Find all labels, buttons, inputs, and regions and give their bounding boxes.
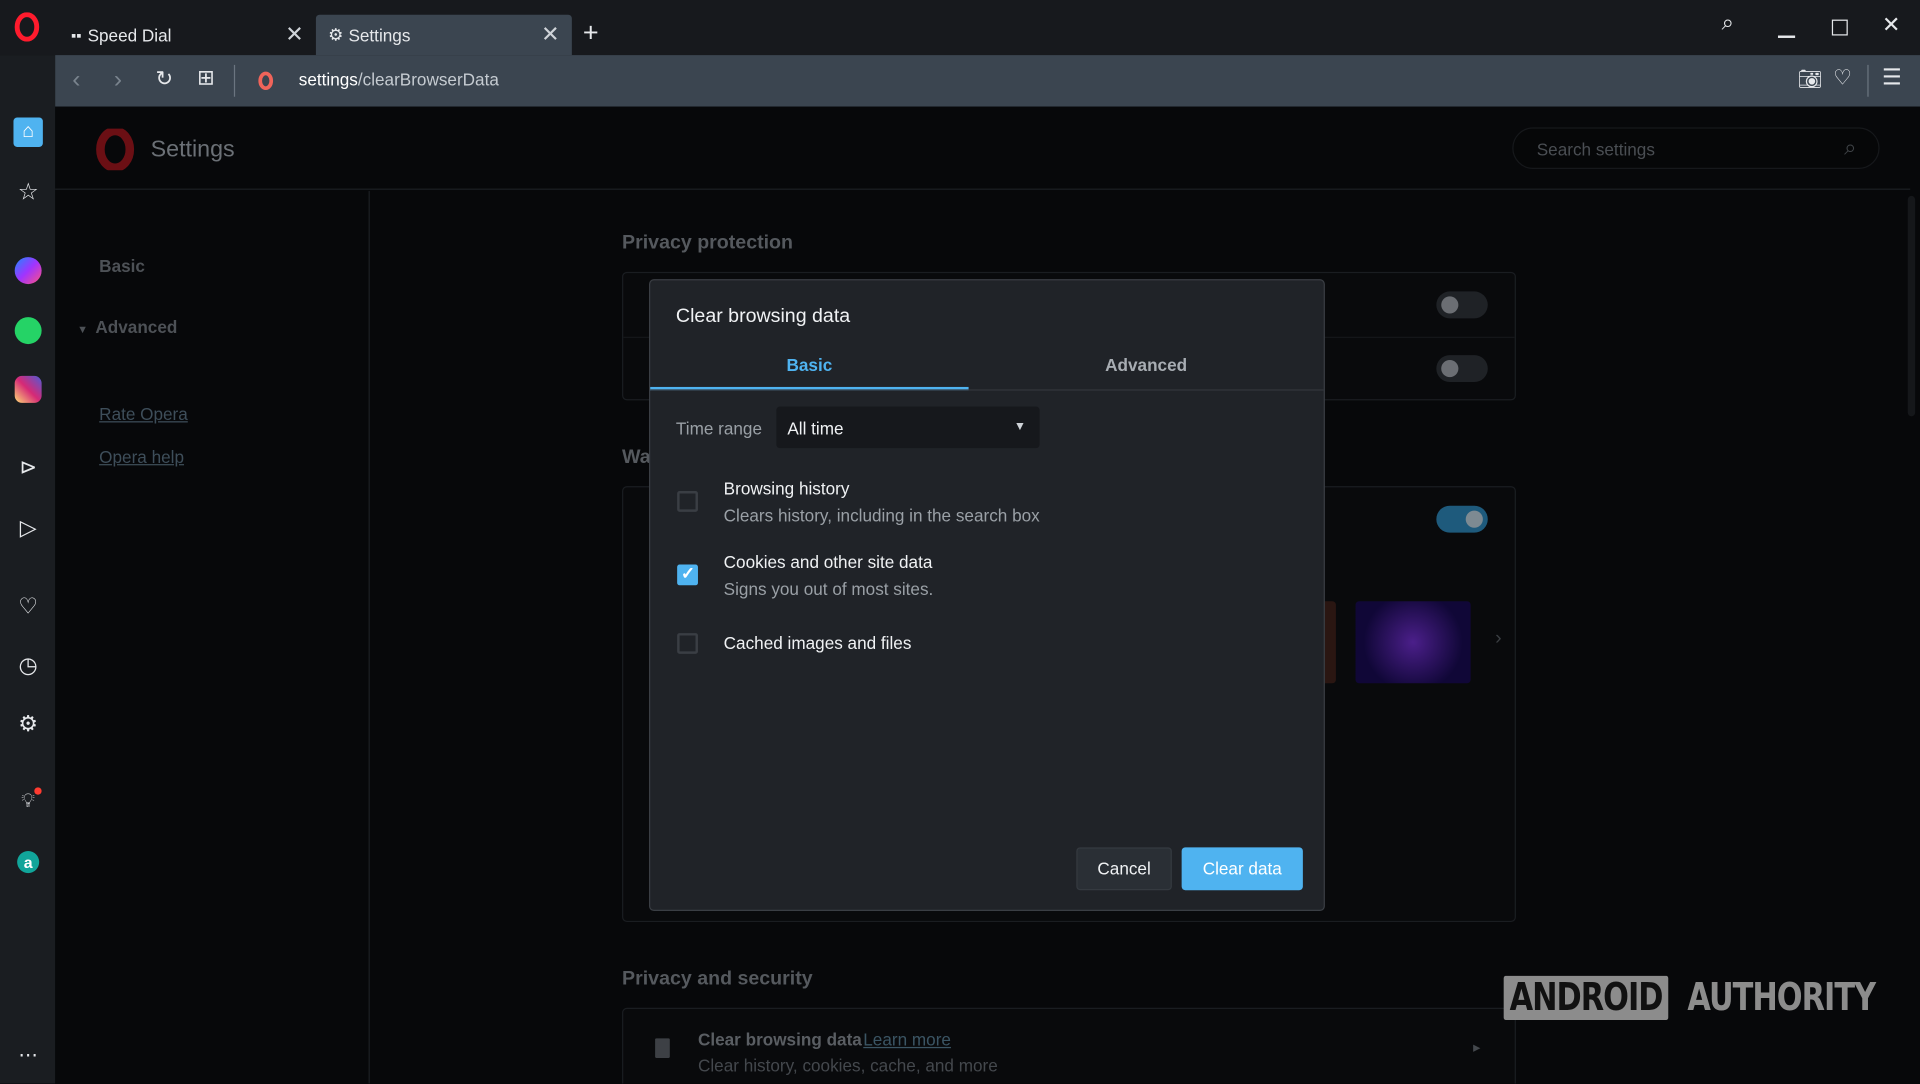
maximize-button[interactable]: [1831, 19, 1848, 36]
dialog-title: Clear browsing data: [675, 306, 851, 327]
clear-browsing-data-dialog: Clear browsing data Basic Advanced Time …: [648, 279, 1325, 912]
opera-logo-icon: [14, 12, 40, 42]
tab-bar: ▪▪ Speed Dial ✕ ⚙ Settings ✕ + ⌕ ✕: [0, 0, 1920, 56]
rate-opera-link[interactable]: Rate Opera: [99, 404, 188, 424]
search-icon: ⌕: [1844, 134, 1857, 160]
wallpaper-thumbnail[interactable]: [1355, 601, 1471, 684]
chevron-right-icon: ▸: [1473, 1038, 1481, 1056]
address-bar: ‹ › ↻ ⊞ settings/clearBrowserData 📷︎ ♡ ☰: [55, 55, 1920, 107]
chevron-right-icon[interactable]: ›: [1495, 628, 1502, 650]
gear-icon: ⚙: [328, 24, 344, 45]
tab-grid-button[interactable]: ⊞: [197, 66, 214, 90]
sidebar: ⌂ ☆ ⊳ ▷ ♡ ◷ ⚙ 💡︎ a ⋯: [0, 55, 56, 1084]
search-tabs-icon[interactable]: ⌕: [1722, 10, 1734, 36]
opera-site-icon: [258, 71, 274, 91]
time-range-label: Time range: [675, 418, 763, 439]
close-tab-icon[interactable]: ✕: [285, 22, 303, 48]
divider: [1867, 64, 1869, 97]
whatsapp-icon[interactable]: [13, 316, 42, 345]
aria-icon[interactable]: a: [13, 847, 42, 876]
bookmark-heart-icon[interactable]: ♡: [1833, 66, 1852, 90]
toggle-switch[interactable]: [1436, 291, 1488, 319]
section-privacy-security: Privacy and security: [622, 968, 813, 990]
trash-icon: [655, 1038, 670, 1058]
search-settings-input[interactable]: Search settings ⌕: [1512, 127, 1880, 169]
divider: [650, 389, 1324, 391]
easy-setup-icon[interactable]: ☰: [1882, 65, 1902, 91]
caret-down-icon: ▼: [77, 323, 89, 336]
divider: [233, 64, 236, 97]
new-tab-button[interactable]: +: [583, 17, 599, 49]
scrollbar[interactable]: [1907, 195, 1916, 417]
checkmark-icon: ✓: [680, 563, 696, 583]
time-range-select[interactable]: All time ▼: [776, 406, 1040, 449]
history-icon[interactable]: ◷: [13, 650, 42, 679]
forward-button[interactable]: ›: [114, 66, 122, 94]
close-window-button[interactable]: ✕: [1882, 12, 1900, 38]
messenger-icon[interactable]: [13, 256, 42, 285]
home-icon[interactable]: ⌂: [13, 117, 43, 147]
watermark-logo: ANDROID AUTHORITY: [1503, 975, 1920, 1021]
tab-advanced[interactable]: Advanced: [969, 348, 1324, 391]
player-icon[interactable]: ⊳: [13, 453, 42, 482]
page-title: Settings: [150, 137, 235, 163]
dropdown-arrow-icon: ▼: [1013, 420, 1027, 434]
cookies-checkbox[interactable]: ✓: [677, 563, 698, 586]
back-button[interactable]: ‹: [72, 66, 80, 94]
cached-images-checkbox[interactable]: [677, 633, 698, 654]
more-icon[interactable]: ⋯: [13, 1041, 42, 1070]
section-privacy-protection: Privacy protection: [622, 232, 793, 254]
opera-help-link[interactable]: Opera help: [99, 447, 184, 467]
minimize-button[interactable]: [1777, 35, 1796, 38]
section-wallpapers: Wa: [622, 446, 651, 468]
snapshot-icon[interactable]: 📷︎: [1798, 67, 1823, 91]
clear-data-button[interactable]: Clear data: [1181, 847, 1303, 891]
learn-more-link[interactable]: Learn more: [863, 1030, 951, 1050]
settings-header: Settings Search settings ⌕: [55, 107, 1911, 190]
opera-logo-icon: [96, 128, 135, 171]
tab-settings[interactable]: ⚙ Settings ✕: [315, 14, 572, 56]
browsing-history-checkbox[interactable]: [677, 491, 698, 512]
cancel-button[interactable]: Cancel: [1076, 847, 1172, 891]
clear-browsing-data-row[interactable]: Clear browsing data Learn more Clear his…: [622, 1007, 1516, 1084]
close-tab-icon[interactable]: ✕: [541, 22, 559, 48]
lightbulb-icon[interactable]: 💡︎: [13, 787, 42, 816]
url-field[interactable]: settings/clearBrowserData: [299, 70, 499, 90]
reload-button[interactable]: ↻: [156, 67, 173, 91]
instagram-icon[interactable]: [13, 375, 42, 404]
settings-nav: Basic ▼ Advanced Rate Opera Opera help: [55, 191, 370, 1084]
heart-icon[interactable]: ♡: [13, 591, 42, 620]
send-icon[interactable]: ▷: [13, 513, 42, 542]
tab-speed-dial[interactable]: ▪▪ Speed Dial ✕: [59, 15, 316, 55]
star-icon[interactable]: ☆: [13, 178, 42, 207]
toggle-switch[interactable]: [1436, 505, 1488, 533]
toggle-switch[interactable]: [1436, 355, 1488, 383]
tab-basic[interactable]: Basic: [650, 348, 969, 391]
nav-advanced[interactable]: ▼ Advanced: [77, 317, 177, 337]
speed-dial-icon: ▪▪: [71, 26, 82, 44]
opera-menu-button[interactable]: [12, 12, 41, 42]
settings-icon[interactable]: ⚙: [13, 709, 42, 738]
nav-basic[interactable]: Basic: [99, 256, 145, 276]
